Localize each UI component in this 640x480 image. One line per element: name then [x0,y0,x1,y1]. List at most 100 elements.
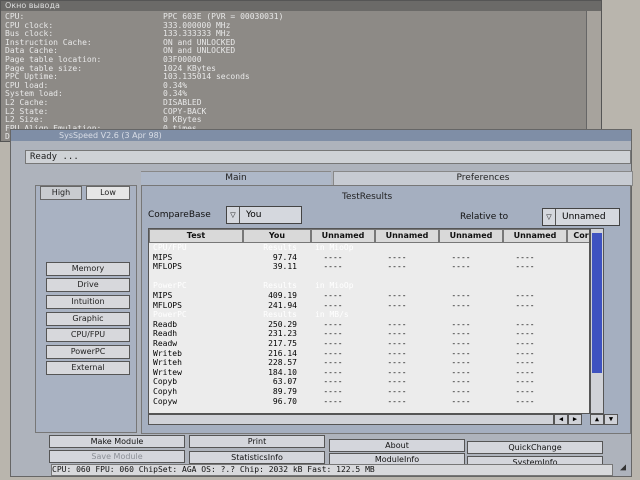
output-line: Page table location: 03F00000 [5,55,283,65]
external-button[interactable]: External [46,361,130,375]
about-button[interactable]: About [329,439,465,452]
output-line-label: PPC Uptime: [5,73,58,82]
intuition-button[interactable]: Intuition [46,295,130,309]
table-row: MIPS 409.19 ---- ---- ---- ---- [149,291,589,300]
cell-you: 217.75 [268,339,297,348]
subtab-low[interactable]: Low [86,186,130,200]
test-results-title: TestResults [342,192,393,202]
cell-unnamed: ---- [515,300,535,310]
cell-unnamed: ---- [515,291,535,300]
output-line: L2 Size: 0 KBytes [5,116,283,125]
results-horizontal-scrollbar[interactable] [148,414,554,425]
output-line-label: CPU clock: [5,21,54,30]
column-header-test[interactable]: Test [149,229,243,243]
table-row: MFLOPS 39.11 ---- ---- ---- ---- [149,262,589,271]
output-line-label: Instruction Cache: [5,38,92,47]
cell-unnamed: ---- [387,396,407,406]
output-line: System load: 0.34% [5,90,283,99]
cell-unnamed: ---- [323,329,343,339]
tab-main[interactable]: Main [141,171,331,185]
output-line: Instruction Cache: ON and UNLOCKED [5,38,283,48]
output-line: L2 State: COPY-BACK [5,107,283,117]
cell-unnamed: ---- [323,291,343,300]
compare-base-cycle[interactable]: ▽ You [226,206,302,224]
memory-button[interactable]: Memory [46,262,130,276]
results-vertical-scrollbar[interactable] [590,228,604,414]
output-line-label: Bus clock: [5,30,54,39]
table-row: Writeh 228.57 ---- ---- ---- ---- [149,358,589,367]
statistics-info-button[interactable]: StatisticsInfo [189,451,325,464]
output-line: L2 Cache: DISABLED [5,98,283,108]
column-header-unnamed[interactable]: Unnamed [439,229,503,243]
drive-button[interactable]: Drive [46,278,130,292]
cell-you: 231.23 [268,329,297,339]
cell-unnamed: ---- [323,300,343,310]
cell-test: Readw [153,339,178,348]
quickchange-button[interactable]: QuickChange [467,441,603,454]
cell-unnamed: ---- [451,367,471,377]
system-status-bar: CPU: 060 FPU: 060 ChipSet: AGA OS: ?.? C… [51,464,613,476]
output-window-title[interactable]: Окно вывода [1,1,601,11]
save-module-button[interactable]: Save Module [49,450,185,463]
output-line-label: System load: [5,90,63,99]
column-header-unnamed[interactable]: Unnamed [503,229,567,243]
column-header-unnamed[interactable]: Unnamed [311,229,375,243]
cell-you: 39.11 [272,262,297,272]
cell-unnamed: ---- [323,367,343,377]
results-list[interactable]: Test You Unnamed Unnamed Unnamed Unnamed… [148,228,590,414]
cell-unnamed: ---- [451,387,471,396]
cell-test: MIPS [153,252,173,262]
cell-unit: in MioOp [315,281,354,291]
output-line-label: CPU load: [5,81,49,90]
cell-unnamed: ---- [515,396,535,406]
results-section-header: PowerPC Results in MB/s [149,310,589,319]
cell-test: Copyw [153,396,178,406]
column-header-unnamed[interactable]: Unnamed [375,229,439,243]
relative-to-cycle[interactable]: ▽ Unnamed [542,208,620,226]
make-module-button[interactable]: Make Module [49,435,185,448]
table-row: Readb 250.29 ---- ---- ---- ---- [149,320,589,329]
table-row [149,272,589,281]
output-line-label: Page table size: [5,64,83,73]
cell-unnamed: ---- [323,348,343,358]
output-line: PPC Uptime: 103.135014 seconds [5,73,283,82]
results-section-header: PowerPC Results in MioOp [149,281,589,290]
relative-to-value: Unnamed [562,212,606,222]
cell-unnamed: ---- [451,348,471,358]
cell-unnamed: ---- [323,358,343,368]
scroll-knob[interactable] [592,233,602,373]
cpu-fpu-button[interactable]: CPU/FPU [46,328,130,342]
cell-unnamed: ---- [323,339,343,348]
cell-you: 409.19 [268,291,297,300]
cell-unnamed: ---- [451,358,471,368]
cell-unnamed: ---- [387,319,407,329]
test-results-frame: TestResults CompareBase ▽ You Relative to… [141,185,631,434]
cell-unnamed: ---- [515,262,535,272]
subtab-high[interactable]: High [40,186,82,200]
cell-unnamed: ---- [387,358,407,368]
powerpc-button[interactable]: PowerPC [46,345,130,359]
cell-unnamed: ---- [387,291,407,300]
window-title[interactable]: SysSpeed V2.6 (3 Apr 98) [11,130,631,141]
scroll-right-icon[interactable]: ▶ [568,414,582,425]
scroll-left-icon[interactable]: ◀ [554,414,568,425]
cell-unnamed: ---- [515,387,535,396]
cell-unnamed: ---- [515,367,535,377]
table-row: Copyh 89.79 ---- ---- ---- ---- [149,387,589,396]
cell-unnamed: ---- [515,358,535,368]
output-scrollbar[interactable] [586,11,601,139]
print-button[interactable]: Print [189,435,325,448]
cell-unnamed: ---- [323,252,343,262]
status-text: Ready ... [25,150,631,164]
scroll-down-icon[interactable]: ▼ [604,414,618,425]
column-header-cor[interactable]: Cor [567,229,589,243]
cell-unnamed: ---- [451,262,471,272]
tab-preferences[interactable]: Preferences [333,171,633,186]
graphic-button[interactable]: Graphic [46,312,130,326]
resize-grip-icon[interactable]: ◢ [617,462,629,474]
cell-test: Writew [153,367,182,377]
scroll-up-icon[interactable]: ▲ [590,414,604,425]
cell-unnamed: ---- [387,329,407,339]
column-header-you[interactable]: You [243,229,311,243]
cell-test: MFLOPS [153,300,182,310]
